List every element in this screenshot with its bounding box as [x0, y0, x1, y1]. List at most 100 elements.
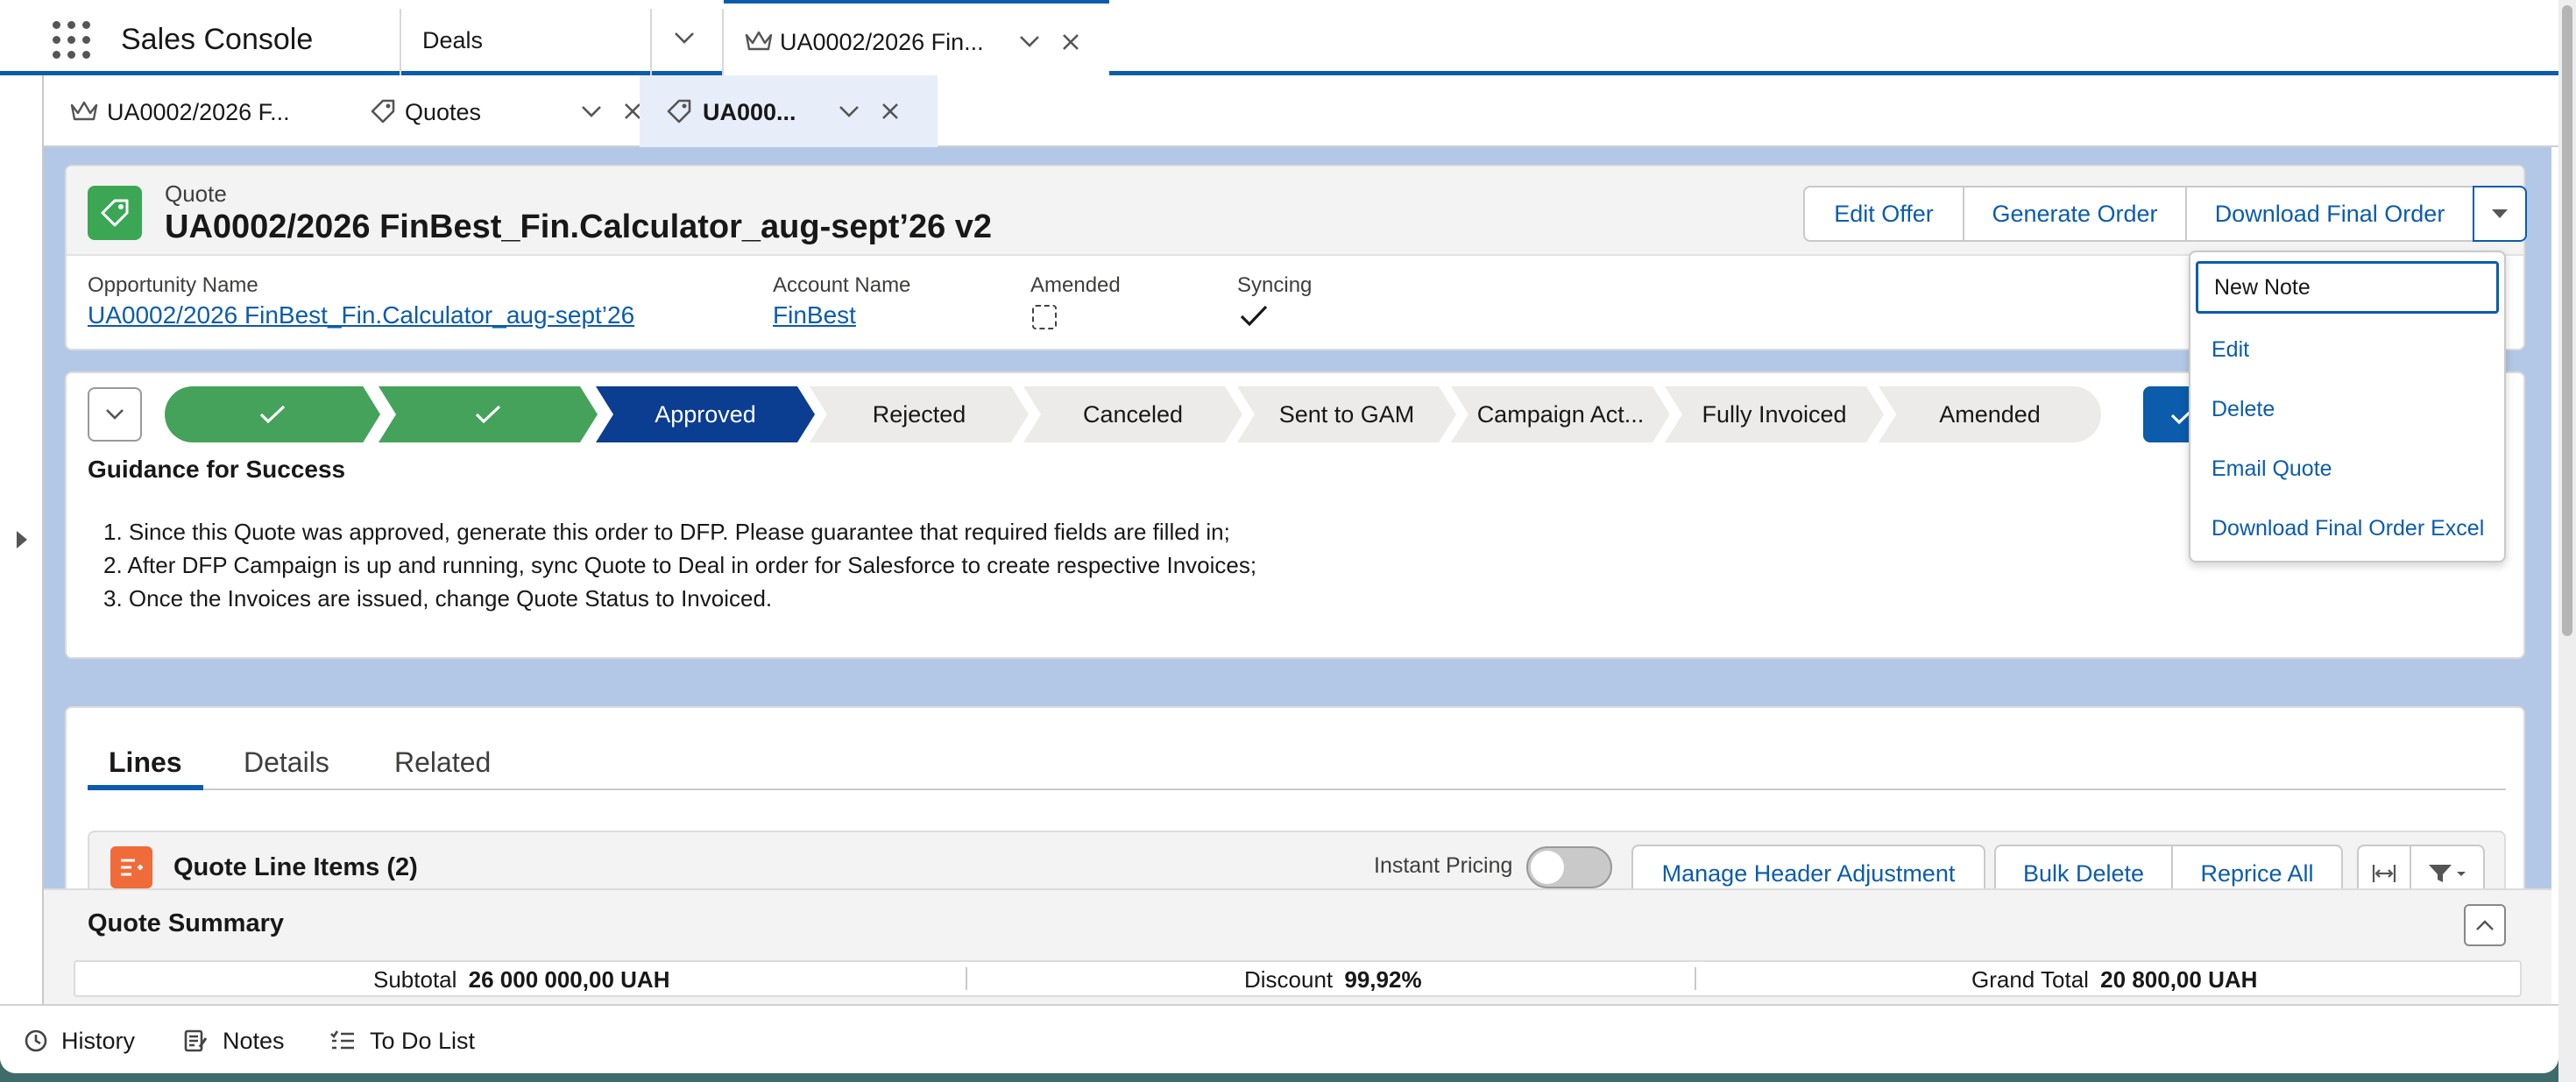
- guidance-line: 3. Once the Invoices are issued, change …: [103, 585, 773, 612]
- utility-history[interactable]: History: [23, 1025, 135, 1057]
- toggle-knob: [1531, 851, 1564, 884]
- left-rail: [0, 75, 44, 1004]
- nav-tab-deals[interactable]: Deals: [401, 0, 648, 75]
- close-icon[interactable]: [880, 101, 901, 122]
- menu-item-download-final-order-excel[interactable]: Download Final Order Excel: [2190, 501, 2504, 555]
- checkmark-icon: [475, 405, 501, 424]
- quote-summary-bar: Quote Summary Subtotal 26 000 000,00 UAH…: [44, 888, 2551, 1004]
- path-step-sent-to-gam[interactable]: Sent to GAM: [1237, 386, 1456, 442]
- app-title: Sales Console: [121, 23, 314, 56]
- summary-item-subtotal: Subtotal 26 000 000,00 UAH: [373, 966, 669, 994]
- chevron-down-icon[interactable]: [1018, 32, 1041, 50]
- scrollbar-thumb[interactable]: [2562, 5, 2572, 636]
- utility-label: To Do List: [370, 1027, 476, 1054]
- field-label-amended: Amended: [1030, 273, 1121, 297]
- path-step-canceled[interactable]: Canceled: [1023, 386, 1242, 442]
- path-step-campaign-active[interactable]: Campaign Act...: [1451, 386, 1670, 442]
- subtab-opportunity[interactable]: UA0002/2026 F...: [44, 75, 342, 147]
- app-launcher-icon[interactable]: [53, 21, 91, 60]
- quote-line-items-title: Quote Line Items (2): [173, 853, 418, 881]
- close-icon[interactable]: [1060, 32, 1081, 53]
- edit-offer-button[interactable]: Edit Offer: [1803, 186, 1964, 242]
- download-final-order-button[interactable]: Download Final Order: [2185, 186, 2474, 242]
- nav-menu-button[interactable]: [652, 0, 722, 75]
- highlights-panel: Quote UA0002/2026 FinBest_Fin.Calculator…: [65, 165, 2527, 350]
- path-step-fully-invoiced[interactable]: Fully Invoiced: [1665, 386, 1884, 442]
- more-actions-menu: New Note Edit Delete Email Quote Downloa…: [2189, 251, 2506, 562]
- price-tag-icon: [101, 199, 129, 227]
- menu-item-email-quote[interactable]: Email Quote: [2190, 442, 2504, 496]
- chevron-down-icon[interactable]: [838, 103, 860, 120]
- utility-todo-list[interactable]: To Do List: [329, 1025, 475, 1057]
- notes-icon: [184, 1029, 208, 1052]
- tab-lines[interactable]: Lines: [109, 746, 182, 779]
- browser-window: Sales Console Deals UA0002/2026 Fin... U…: [0, 0, 2558, 1073]
- global-nav-bar: Sales Console Deals UA0002/2026 Fin...: [0, 0, 2558, 77]
- path-steps: Approved Rejected Canceled Sent to GAM C…: [165, 386, 2101, 442]
- path-card: Approved Rejected Canceled Sent to GAM C…: [65, 371, 2525, 659]
- utility-label: History: [61, 1027, 136, 1054]
- collapse-summary-button[interactable]: [2464, 904, 2506, 946]
- instant-pricing-label: Instant Pricing: [1374, 853, 1513, 878]
- subtab-quote-active[interactable]: UA000...: [640, 75, 938, 147]
- crown-icon: [70, 101, 98, 121]
- path-step-complete[interactable]: [379, 386, 598, 442]
- price-tag-icon: [371, 99, 395, 124]
- utility-label: Notes: [223, 1027, 285, 1054]
- instant-pricing-toggle[interactable]: [1526, 846, 1612, 888]
- tab-divider: [88, 789, 2506, 790]
- summary-label: Grand Total: [1971, 966, 2089, 993]
- history-icon: [25, 1029, 47, 1052]
- guidance-line: 2. After DFP Campaign is up and running,…: [103, 552, 1257, 578]
- filter-icon: [2429, 865, 2466, 882]
- nav-tab-quote-record[interactable]: UA0002/2026 Fin...: [724, 0, 1109, 77]
- utility-notes[interactable]: Notes: [182, 1025, 285, 1057]
- path-step-complete[interactable]: [165, 386, 380, 442]
- expand-panel-icon[interactable]: [14, 529, 30, 550]
- quote-summary-title: Quote Summary: [88, 909, 284, 937]
- divider: [1695, 967, 1696, 990]
- tab-details[interactable]: Details: [244, 746, 329, 779]
- subtab-quotes[interactable]: Quotes: [343, 75, 676, 147]
- field-label-account: Account Name: [773, 273, 911, 297]
- todo-list-icon: [330, 1030, 354, 1050]
- path-step-approved[interactable]: Approved: [596, 386, 815, 442]
- menu-item-new-note[interactable]: New Note: [2196, 261, 2499, 314]
- utility-bar: History Notes To Do List: [0, 1004, 2558, 1073]
- generate-order-button[interactable]: Generate Order: [1963, 186, 2187, 242]
- record-title: UA0002/2026 FinBest_Fin.Calculator_aug-s…: [165, 209, 993, 245]
- path-step-amended[interactable]: Amended: [1879, 386, 2101, 442]
- amended-checkbox: [1032, 305, 1057, 329]
- summary-value: 99,92%: [1344, 966, 1422, 993]
- nav-tab-label: Deals: [422, 27, 484, 53]
- chevron-down-icon: [675, 32, 694, 44]
- collapse-path-button[interactable]: [88, 387, 142, 442]
- workspace-subtab-bar: UA0002/2026 F... Quotes UA000...: [44, 75, 2558, 147]
- account-name-link[interactable]: FinBest: [773, 301, 856, 329]
- subtab-label: UA0002/2026 F...: [107, 99, 290, 125]
- menu-item-edit[interactable]: Edit: [2190, 322, 2504, 377]
- page-scrollbar[interactable]: [2558, 0, 2576, 1082]
- list-icon: [121, 859, 143, 876]
- subtab-label: UA000...: [703, 99, 796, 125]
- summary-item-discount: Discount 99,92%: [1244, 966, 1422, 994]
- checkmark-icon: [1240, 305, 1268, 327]
- chevron-down-icon[interactable]: [580, 103, 603, 120]
- quote-line-items-icon: [110, 846, 152, 888]
- nav-tab-label: UA0002/2026 Fin...: [780, 29, 984, 55]
- opportunity-name-link[interactable]: UA0002/2026 FinBest_Fin.Calculator_aug-s…: [88, 301, 634, 329]
- dropdown-arrow-icon: [2492, 209, 2508, 218]
- summary-label: Subtotal: [373, 966, 457, 993]
- path-step-rejected[interactable]: Rejected: [810, 386, 1029, 442]
- summary-item-grand-total: Grand Total 20 800,00 UAH: [1971, 966, 2257, 994]
- price-tag-icon: [667, 99, 691, 124]
- record-page: Quote UA0002/2026 FinBest_Fin.Calculator…: [44, 147, 2551, 1022]
- field-label-opportunity: Opportunity Name: [88, 273, 258, 297]
- subtab-label: Quotes: [405, 99, 482, 125]
- more-actions-button[interactable]: [2473, 186, 2527, 242]
- guidance-title: Guidance for Success: [88, 456, 346, 483]
- tab-related[interactable]: Related: [394, 746, 491, 779]
- menu-item-delete[interactable]: Delete: [2190, 382, 2504, 436]
- active-tab-indicator: [88, 785, 203, 790]
- guidance-line: 1. Since this Quote was approved, genera…: [103, 519, 1230, 545]
